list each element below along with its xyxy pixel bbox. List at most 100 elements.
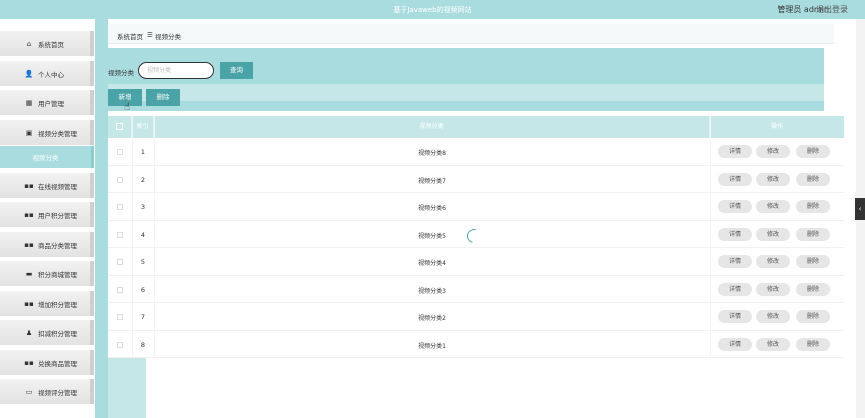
sidebar-item-label: 商品分类管理 (38, 241, 77, 250)
sidebar-item[interactable]: ▪▪ 商品分类管理 (0, 232, 94, 257)
table-row: 7 视频分类2 详情 修改 删除 (108, 303, 844, 331)
toolbar-divider (108, 101, 824, 111)
clipboard-icon: ▣ (25, 128, 33, 137)
row-delete-button[interactable]: 删除 (796, 255, 830, 268)
row-name: 视频分类5 (418, 232, 446, 240)
sidebar-item[interactable]: ⌂ 系统首页 (0, 31, 94, 56)
detail-button[interactable]: 详情 (718, 337, 752, 351)
sidebar-item-label: 扣减积分管理 (38, 329, 77, 338)
apps-icon: ▪▪ (24, 210, 34, 219)
home-icon: ⌂ (26, 39, 32, 48)
content-left-strip (95, 19, 108, 418)
briefcase-icon: ▬ (25, 269, 33, 278)
row-delete-button[interactable]: 删除 (796, 145, 830, 158)
sidebar-item[interactable]: ▪▪ 在线视频管理 (0, 173, 94, 198)
breadcrumb-home[interactable]: 系统首页 (117, 31, 143, 41)
row-name: 视频分类2 (418, 315, 446, 322)
row-index: 8 (140, 340, 146, 349)
collapse-arrow-icon[interactable]: ‹ (855, 198, 865, 220)
query-button[interactable]: 查询 (220, 62, 253, 79)
sidebar-item[interactable]: ▪▪ 兑换商品管理 (0, 350, 94, 375)
table-row: 5 视频分类4 详情 修改 删除 (108, 248, 844, 276)
detail-button[interactable]: 详情 (718, 255, 752, 268)
detail-button[interactable]: 详情 (718, 310, 752, 323)
row-checkbox[interactable] (117, 231, 123, 238)
sidebar-item[interactable]: ♟ 扣减积分管理 (0, 320, 94, 345)
table-row: 6 视频分类3 详情 修改 删除 (108, 276, 844, 303)
apps-icon: ▪▪ (24, 181, 34, 190)
sidebar-item[interactable]: 👤 个人中心 (0, 61, 94, 86)
detail-button[interactable]: 详情 (718, 200, 752, 213)
row-checkbox[interactable] (117, 259, 123, 265)
edit-button[interactable]: 修改 (756, 227, 790, 241)
row-delete-button[interactable]: 删除 (796, 200, 830, 213)
search-band (108, 48, 824, 84)
edit-button[interactable]: 修改 (756, 310, 790, 323)
sidebar-item[interactable]: ▭ 视频评分管理 (0, 379, 94, 404)
row-delete-button[interactable]: 删除 (796, 310, 830, 323)
row-name: 视频分类8 (418, 150, 446, 157)
row-delete-button[interactable]: 删除 (796, 172, 830, 186)
row-checkbox[interactable] (117, 286, 123, 293)
app-title: 基于Javaweb的视频网站 (393, 6, 472, 14)
row-delete-button[interactable]: 删除 (796, 337, 830, 351)
row-delete-button[interactable]: 删除 (796, 227, 830, 241)
breadcrumb-current: 视频分类 (155, 33, 181, 41)
person-icon: ♟ (25, 328, 33, 337)
header-name: 视频分类 (154, 116, 710, 138)
search-input[interactable] (138, 62, 214, 79)
below-table-panel (146, 358, 846, 418)
sidebar: ⌂ 系统首页 👤 个人中心 ▦ 用户管理 ▣ 视频分类管理 视频分类 ▪▪ 在线视频管理 ▪▪ 用户积分… (0, 19, 95, 418)
below-table-strip (108, 358, 146, 418)
edit-button[interactable]: 修改 (756, 200, 790, 213)
sidebar-item[interactable]: ▪▪ 用户积分管理 (0, 202, 94, 227)
sidebar-item[interactable]: ▬ 积分商城管理 (0, 261, 94, 286)
table-row: 2 视频分类7 详情 修改 删除 (108, 166, 844, 193)
row-name: 视频分类1 (418, 342, 446, 350)
table-row: 3 视频分类6 详情 修改 删除 (108, 193, 844, 221)
edit-button[interactable]: 修改 (756, 337, 790, 351)
row-index: 3 (140, 203, 146, 211)
delete-button[interactable]: 删除 (146, 89, 180, 106)
header-index: 索引 (132, 116, 154, 138)
breadcrumb: 系统首页 ☰ 视频分类 (108, 24, 834, 44)
row-name: 视频分类3 (418, 287, 446, 295)
search-label: 视频分类 (108, 69, 134, 77)
user-icon: 👤 (24, 69, 34, 78)
detail-button[interactable]: 详情 (718, 227, 752, 241)
monitor-icon: ▭ (25, 387, 33, 396)
detail-button[interactable]: 详情 (718, 172, 752, 186)
header-select-all[interactable] (108, 116, 132, 138)
row-checkbox[interactable] (117, 341, 123, 348)
row-name: 视频分类6 (418, 205, 446, 212)
edit-button[interactable]: 修改 (756, 172, 790, 186)
edit-button[interactable]: 修改 (756, 145, 790, 158)
sidebar-item[interactable]: ▪▪ 增加积分管理 (0, 291, 94, 316)
row-checkbox[interactable] (117, 314, 123, 320)
apps-icon: ▪▪ (24, 240, 34, 249)
edit-button[interactable]: 修改 (756, 255, 790, 268)
row-index: 6 (140, 285, 146, 294)
row-checkbox[interactable] (117, 176, 123, 183)
detail-button[interactable]: 详情 (718, 282, 752, 296)
row-index: 5 (140, 258, 146, 266)
row-checkbox[interactable] (117, 204, 123, 210)
row-delete-button[interactable]: 删除 (796, 282, 830, 296)
sidebar-item[interactable]: ▦ 用户管理 (0, 90, 94, 115)
row-checkbox[interactable] (117, 149, 123, 155)
edit-button[interactable]: 修改 (756, 282, 790, 296)
sidebar-item-label: 增加积分管理 (38, 300, 77, 309)
sidebar-item[interactable]: ▣ 视频分类管理 (0, 120, 94, 145)
checkbox-icon[interactable] (116, 123, 123, 130)
row-index: 7 (140, 313, 146, 321)
table-row: 8 视频分类1 详情 修改 删除 (108, 331, 844, 358)
row-index: 4 (140, 230, 146, 239)
sidebar-item[interactable]: 视频分类 (0, 146, 94, 168)
mouse-cursor-icon: ☝ (124, 102, 131, 113)
sidebar-item-label: 视频评分管理 (38, 388, 77, 397)
sidebar-item-label: 积分商城管理 (38, 270, 77, 279)
detail-button[interactable]: 详情 (718, 145, 752, 158)
sidebar-item-label: 系统首页 (38, 40, 64, 49)
top-bar: 基于Javaweb的视频网站 管理员 admin 退出登录 (0, 0, 865, 19)
logout-link[interactable]: 退出登录 (816, 4, 848, 15)
